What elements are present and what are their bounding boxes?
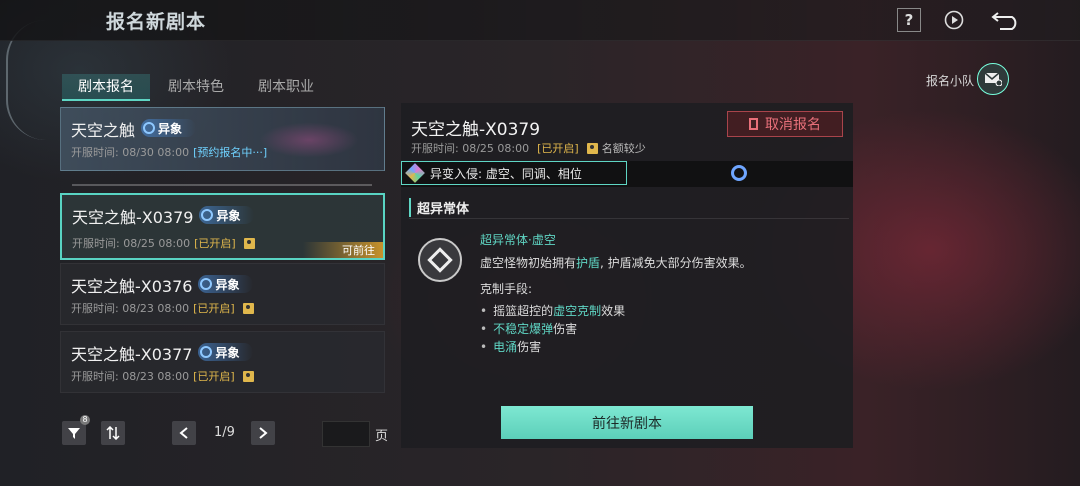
open-time: 开服时间: 08/23 08:00 <box>71 370 190 383</box>
section-title: 超异常体 <box>409 198 469 217</box>
help-icon[interactable]: ? <box>897 8 921 32</box>
swirl-icon <box>200 278 213 290</box>
page-indicator: 1/9 <box>214 425 235 440</box>
reachable-tag: 可前往 <box>303 242 383 258</box>
mutation-text: 异变入侵: 虚空、同调、相位 <box>430 166 582 181</box>
badge-label: 异象 <box>158 121 183 136</box>
open-time: 开服时间: 08/30 08:00 <box>71 146 190 159</box>
cancel-label: 取消报名 <box>765 117 821 133</box>
swirl-icon <box>143 122 156 134</box>
counter-item: 摇篮超控的虚空克制效果 <box>480 302 625 319</box>
scenario-name: 天空之触 <box>71 121 136 140</box>
detail-open-time: 开服时间: 08/25 08:00 <box>411 142 530 155</box>
detail-title: 天空之触-X0379 <box>411 120 541 140</box>
badge-label: 异象 <box>216 208 241 223</box>
tab-signup[interactable]: 剧本报名 <box>62 74 150 101</box>
next-page-button[interactable] <box>251 421 275 445</box>
mutation-strip: 异变入侵: 虚空、同调、相位 <box>401 161 853 187</box>
sort-icon <box>106 426 120 440</box>
scenario-name: 天空之触-X0376 <box>71 277 193 296</box>
anomaly-badge: 异象 <box>198 343 254 361</box>
team-icon <box>243 237 255 249</box>
scenario-card-selected[interactable]: 天空之触-X0379 异象 开服时间: 08/25 08:00 [已开启] 可前往 <box>60 193 385 260</box>
chevron-left-icon <box>179 427 188 439</box>
party-mail-icon[interactable] <box>977 63 1009 95</box>
scenario-name: 天空之触-X0379 <box>72 208 194 227</box>
top-bar: 报名新剧本 ? <box>0 0 1080 41</box>
page-title: 报名新剧本 <box>106 11 207 33</box>
counter-item: 电涌伤害 <box>480 338 541 355</box>
cube-icon <box>405 163 425 183</box>
scenario-card[interactable]: 天空之触-X0377 异象 开服时间: 08/23 08:00 [已开启] <box>60 331 385 393</box>
abnormal-entity-icon <box>418 238 462 282</box>
abnormal-name: 超异常体·虚空 <box>480 233 556 247</box>
play-icon[interactable] <box>942 8 966 32</box>
filter-icon <box>68 428 80 439</box>
dragon-artwork <box>214 108 384 170</box>
section-divider <box>409 218 849 219</box>
mutation-info[interactable]: 异变入侵: 虚空、同调、相位 <box>401 161 627 185</box>
status-text: [已开启] <box>193 302 235 315</box>
anomaly-badge: 异象 <box>198 275 254 293</box>
counter-item: 不稳定爆弹伤害 <box>480 320 577 337</box>
swirl-icon <box>201 209 214 221</box>
status-text: [已开启] <box>194 237 236 250</box>
scenario-card[interactable]: 天空之触 异象 开服时间: 08/30 08:00 [预约报名中···] <box>60 107 385 171</box>
anomaly-badge: 异象 <box>141 119 197 137</box>
tab-features[interactable]: 剧本特色 <box>152 74 240 101</box>
badge-label: 异象 <box>215 277 240 292</box>
detail-panel: 天空之触-X0379 取消报名 开服时间: 08/25 08:00 [已开启] … <box>401 103 853 448</box>
badge-label: 异象 <box>215 345 240 360</box>
page-unit-label: 页 <box>375 429 389 444</box>
detail-status: [已开启] <box>537 142 579 155</box>
prev-page-button[interactable] <box>172 421 196 445</box>
divider <box>72 184 372 186</box>
team-icon <box>586 142 598 154</box>
back-icon[interactable] <box>990 8 1022 32</box>
open-time: 开服时间: 08/23 08:00 <box>71 302 190 315</box>
open-time: 开服时间: 08/25 08:00 <box>72 237 191 250</box>
scenario-card[interactable]: 天空之触-X0376 异象 开服时间: 08/23 08:00 [已开启] <box>60 263 385 325</box>
anomaly-badge: 异象 <box>199 206 255 224</box>
swirl-icon <box>200 346 213 358</box>
team-icon <box>242 370 254 382</box>
filter-count-badge: 8 <box>80 415 90 425</box>
swirl-icon[interactable] <box>731 165 747 181</box>
status-text: [预约报名中···] <box>193 146 268 159</box>
page-number-input[interactable] <box>322 421 370 447</box>
party-label: 报名小队 <box>926 74 975 88</box>
scenario-name: 天空之触-X0377 <box>71 345 193 364</box>
tab-bar: 剧本报名 剧本特色 剧本职业 <box>62 74 332 101</box>
cancel-signup-button[interactable]: 取消报名 <box>727 111 843 137</box>
counter-title: 克制手段: <box>480 282 533 296</box>
go-to-scenario-button[interactable]: 前往新剧本 <box>501 406 753 439</box>
status-text: [已开启] <box>193 370 235 383</box>
tab-professions[interactable]: 剧本职业 <box>242 74 330 101</box>
seats-note: 名额较少 <box>601 142 646 155</box>
chevron-right-icon <box>259 427 268 439</box>
abnormal-description: 虚空怪物初始拥有护盾, 护盾减免大部分伤害效果。 <box>480 256 752 270</box>
sort-button[interactable] <box>101 421 125 445</box>
cancel-doc-icon <box>749 118 758 130</box>
team-icon <box>242 302 254 314</box>
